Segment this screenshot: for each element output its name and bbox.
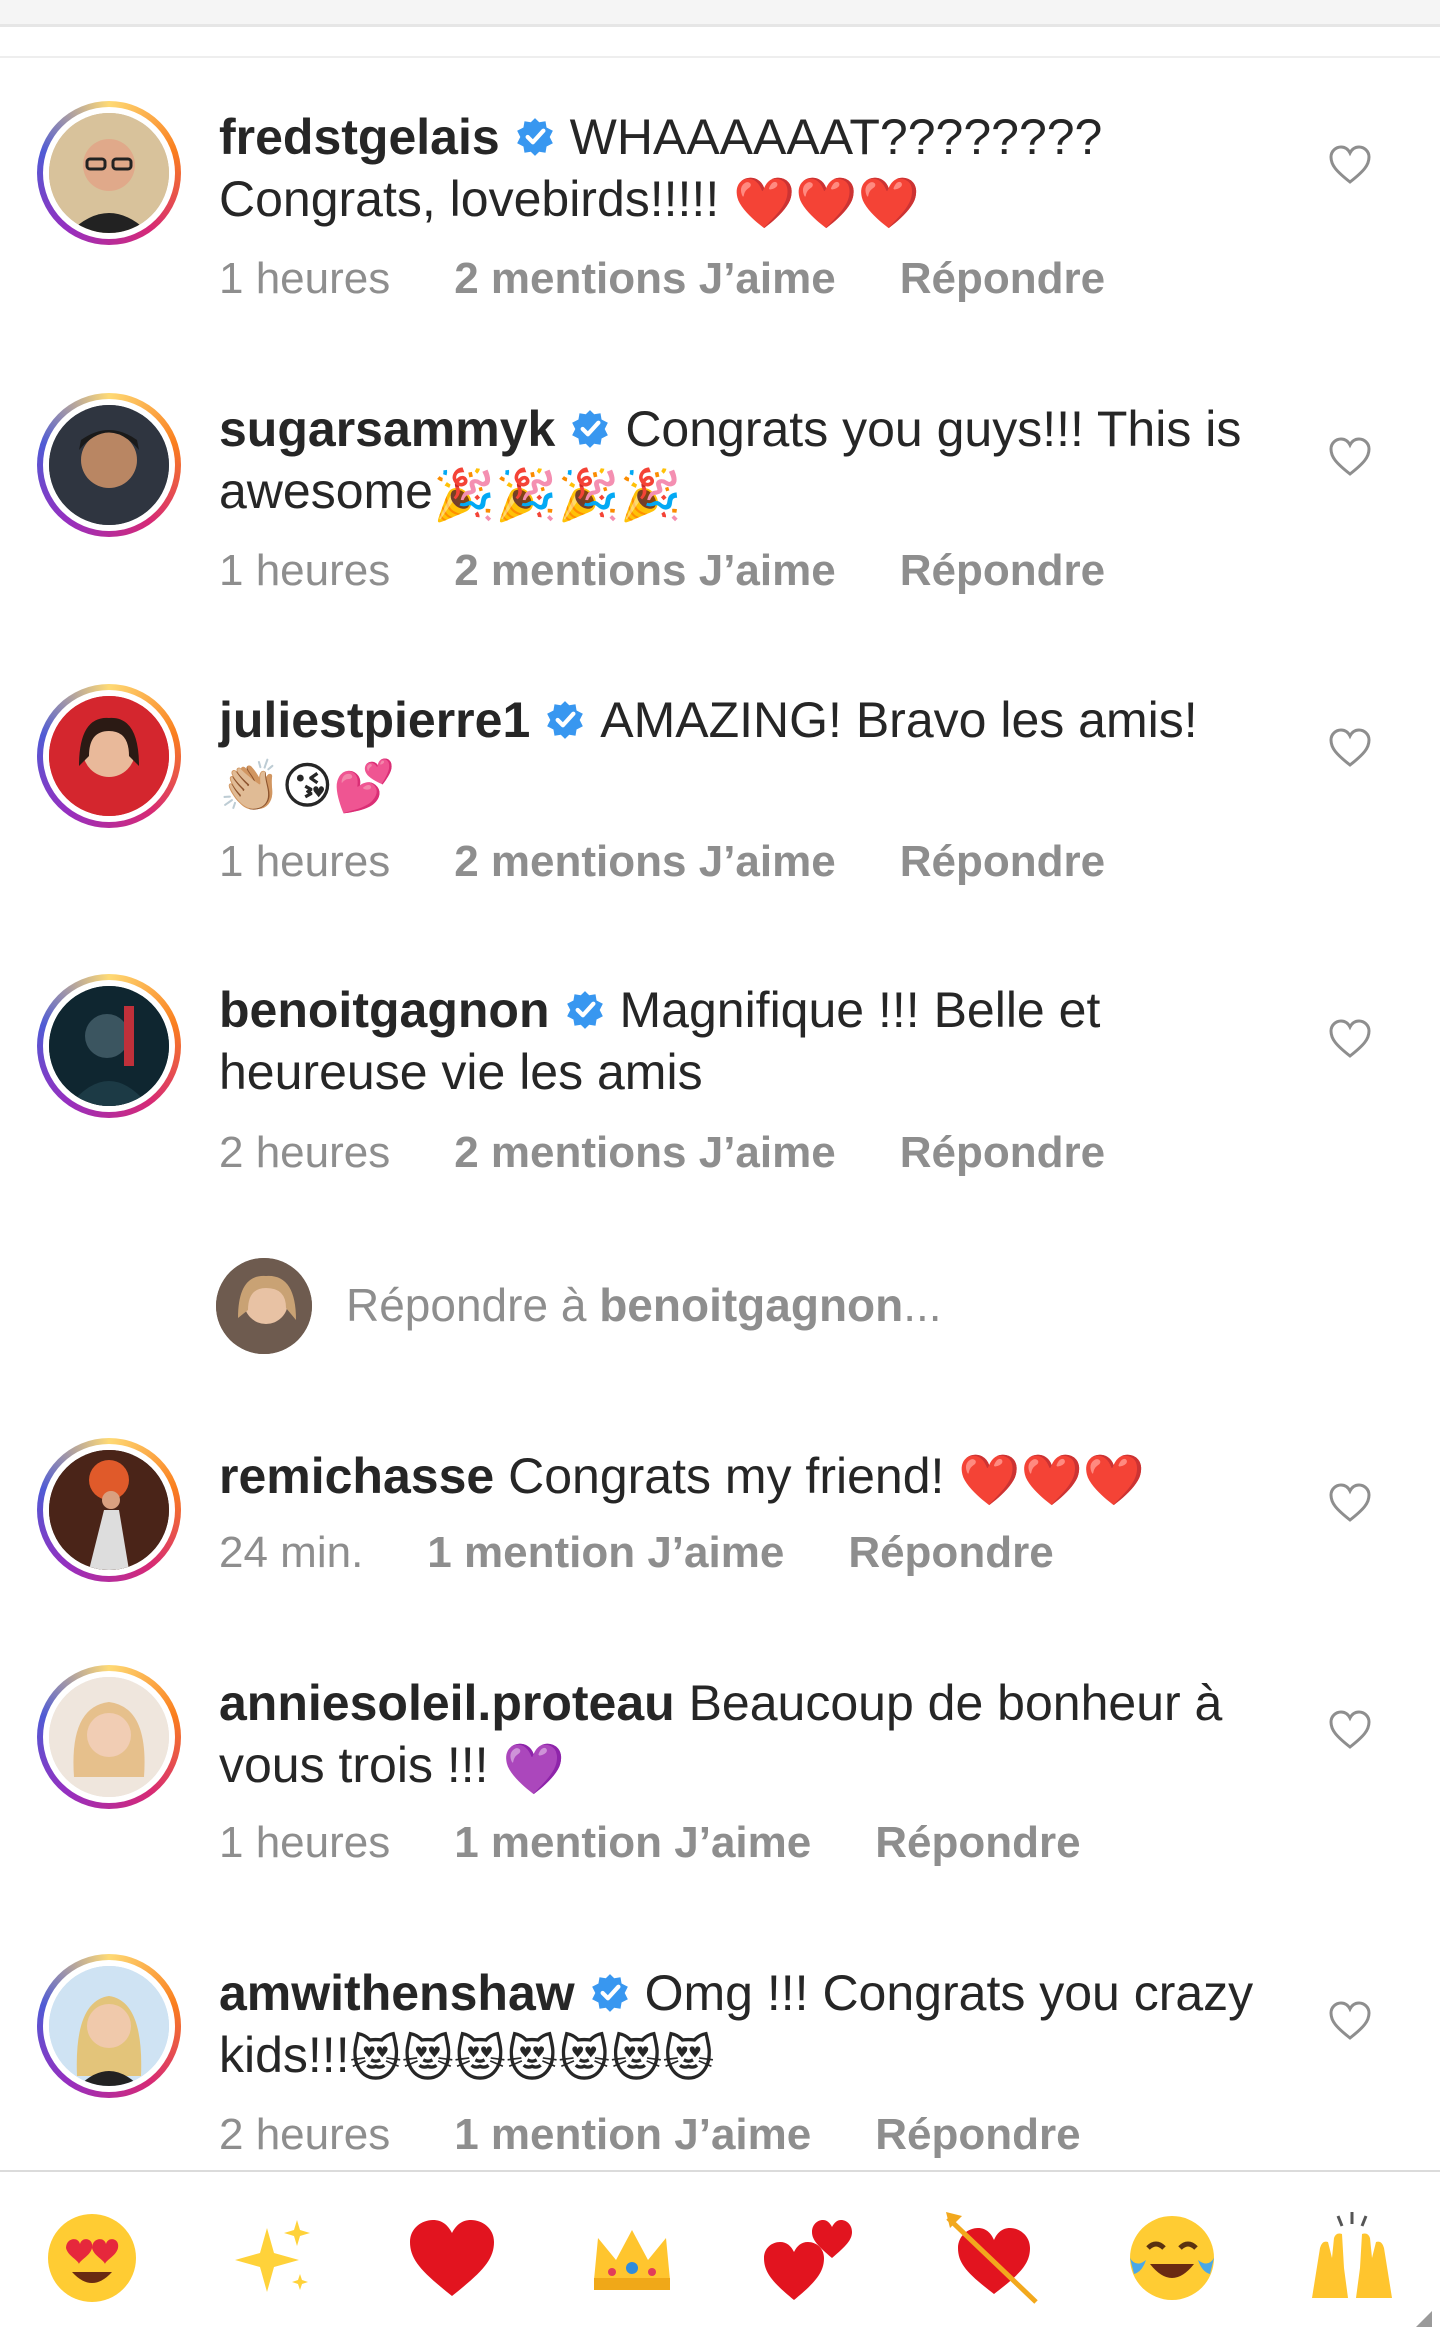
like-heart-icon[interactable] [1328, 1483, 1372, 1523]
like-heart-icon[interactable] [1328, 2001, 1372, 2041]
verified-badge-icon [547, 701, 584, 739]
avatar[interactable] [37, 974, 181, 1118]
comment-username[interactable]: sugarsammyk [219, 401, 555, 457]
comment-time: 1 heures [219, 254, 391, 303]
likes-count[interactable]: 2 mentions J’aime [454, 837, 835, 887]
heart-arrow-emoji-icon[interactable] [942, 2208, 1042, 2308]
reply-button[interactable]: Répondre [900, 837, 1105, 887]
reply-suffix: ... [903, 1279, 942, 1331]
comment-meta: 2 heures 1 mention J’aime Répondre [219, 2110, 1145, 2160]
verified-badge-icon [591, 1974, 628, 2012]
comment-meta: 1 heures 2 mentions J’aime Répondre [219, 546, 1169, 596]
likes-count[interactable]: 2 mentions J’aime [454, 546, 835, 596]
verified-badge-icon [516, 118, 553, 156]
verified-badge-icon [566, 991, 603, 1029]
avatar[interactable] [37, 393, 181, 537]
comment-time: 1 heures [219, 1818, 391, 1867]
reply-button[interactable]: Répondre [900, 546, 1105, 596]
like-heart-icon[interactable] [1328, 1710, 1372, 1750]
comment-meta: 1 heures 2 mentions J’aime Répondre [219, 254, 1169, 304]
comment-text: anniesoleil.proteau Beaucoup de bonheur … [219, 1672, 1259, 1800]
divider [0, 56, 1440, 58]
comment-time: 2 heures [219, 1128, 391, 1177]
likes-count[interactable]: 2 mentions J’aime [454, 1128, 835, 1178]
reply-target: benoitgagnon [599, 1279, 904, 1331]
like-heart-icon[interactable] [1328, 1019, 1372, 1059]
likes-count[interactable]: 2 mentions J’aime [454, 254, 835, 304]
like-heart-icon[interactable] [1328, 145, 1372, 185]
tears-of-joy-emoji-icon[interactable] [1122, 2208, 1222, 2308]
raising-hands-emoji-icon[interactable] [1302, 2208, 1402, 2308]
red-heart-emoji-icon[interactable] [402, 2208, 502, 2308]
comment-username[interactable]: remichasse [219, 1448, 494, 1504]
comment-username[interactable]: fredstgelais [219, 109, 500, 165]
comment-time: 24 min. [219, 1528, 364, 1577]
comment-username[interactable]: anniesoleil.proteau [219, 1675, 675, 1731]
comment-time: 2 heures [219, 2110, 391, 2159]
like-heart-icon[interactable] [1328, 437, 1372, 477]
emoji-purple-heart: 💜 [502, 1740, 565, 1797]
comment-text: benoitgagnon Magnifique !!! Belle et heur… [219, 979, 1259, 1103]
likes-count[interactable]: 1 mention J’aime [454, 2110, 811, 2160]
comment-text: fredstgelais WHAAAAAAT???????? Congrats, … [219, 106, 1259, 234]
comment-meta: 2 heures 2 mentions J’aime Répondre [219, 1128, 1169, 1178]
comment-text: sugarsammyk Congrats you guys!!! This is … [219, 398, 1259, 526]
comment-text: amwithenshaw Omg !!! Congrats you crazy k… [219, 1962, 1259, 2090]
comment-meta: 1 heures 2 mentions J’aime Répondre [219, 837, 1169, 887]
comment-body: AMAZING! Bravo les amis! [600, 692, 1198, 748]
comment-time: 1 heures [219, 837, 391, 886]
avatar[interactable] [37, 1665, 181, 1809]
comment-text: juliestpierre1 AMAZING! Bravo les amis! 👏… [219, 689, 1259, 817]
reply-button[interactable]: Répondre [900, 254, 1105, 304]
comment-username[interactable]: juliestpierre1 [219, 692, 530, 748]
emoji-clap-kiss: 👏🏼😘💕 [219, 757, 396, 814]
likes-count[interactable]: 1 mention J’aime [427, 1528, 784, 1578]
avatar[interactable] [37, 1954, 181, 2098]
like-heart-icon[interactable] [1328, 728, 1372, 768]
reply-input-row[interactable]: Répondre à benoitgagnon... [216, 1258, 1316, 1354]
likes-count[interactable]: 1 mention J’aime [454, 1818, 811, 1868]
emoji-hearts: ❤️❤️❤️ [733, 174, 920, 231]
verified-badge-icon [572, 410, 609, 448]
top-bar [0, 0, 1440, 27]
avatar[interactable] [37, 684, 181, 828]
comment-meta: 24 min. 1 mention J’aime Répondre [219, 1528, 1118, 1578]
heart-eyes-emoji-icon[interactable] [42, 2208, 142, 2308]
reply-placeholder[interactable]: Répondre à benoitgagnon... [346, 1278, 942, 1332]
reply-prefix: Répondre à [346, 1279, 600, 1331]
comment-text: remichasse Congrats my friend! ❤️❤️❤️ [219, 1445, 1259, 1511]
resize-handle[interactable] [1416, 2311, 1432, 2327]
avatar[interactable] [37, 101, 181, 245]
sparkles-emoji-icon[interactable] [222, 2208, 322, 2308]
current-user-avatar [216, 1258, 312, 1354]
reply-button[interactable]: Répondre [900, 1128, 1105, 1178]
emoji-party: 🎉🎉🎉🎉 [433, 466, 683, 523]
emoji-hearts: ❤️❤️❤️ [958, 1451, 1146, 1508]
comment-time: 1 heures [219, 546, 391, 595]
comment-username[interactable]: amwithenshaw [219, 1965, 575, 2021]
emoji-quick-bar [0, 2170, 1440, 2345]
avatar[interactable] [37, 1438, 181, 1582]
emoji-heart-eyes-cat: 😻😻😻😻😻😻😻 [349, 2030, 715, 2087]
comment-username[interactable]: benoitgagnon [219, 982, 550, 1038]
reply-button[interactable]: Répondre [875, 1818, 1080, 1868]
two-hearts-emoji-icon[interactable] [762, 2208, 862, 2308]
reply-button[interactable]: Répondre [875, 2110, 1080, 2160]
reply-button[interactable]: Répondre [848, 1528, 1053, 1578]
comment-body: Congrats my friend! [508, 1448, 959, 1504]
crown-emoji-icon[interactable] [582, 2208, 682, 2308]
comment-meta: 1 heures 1 mention J’aime Répondre [219, 1818, 1145, 1868]
